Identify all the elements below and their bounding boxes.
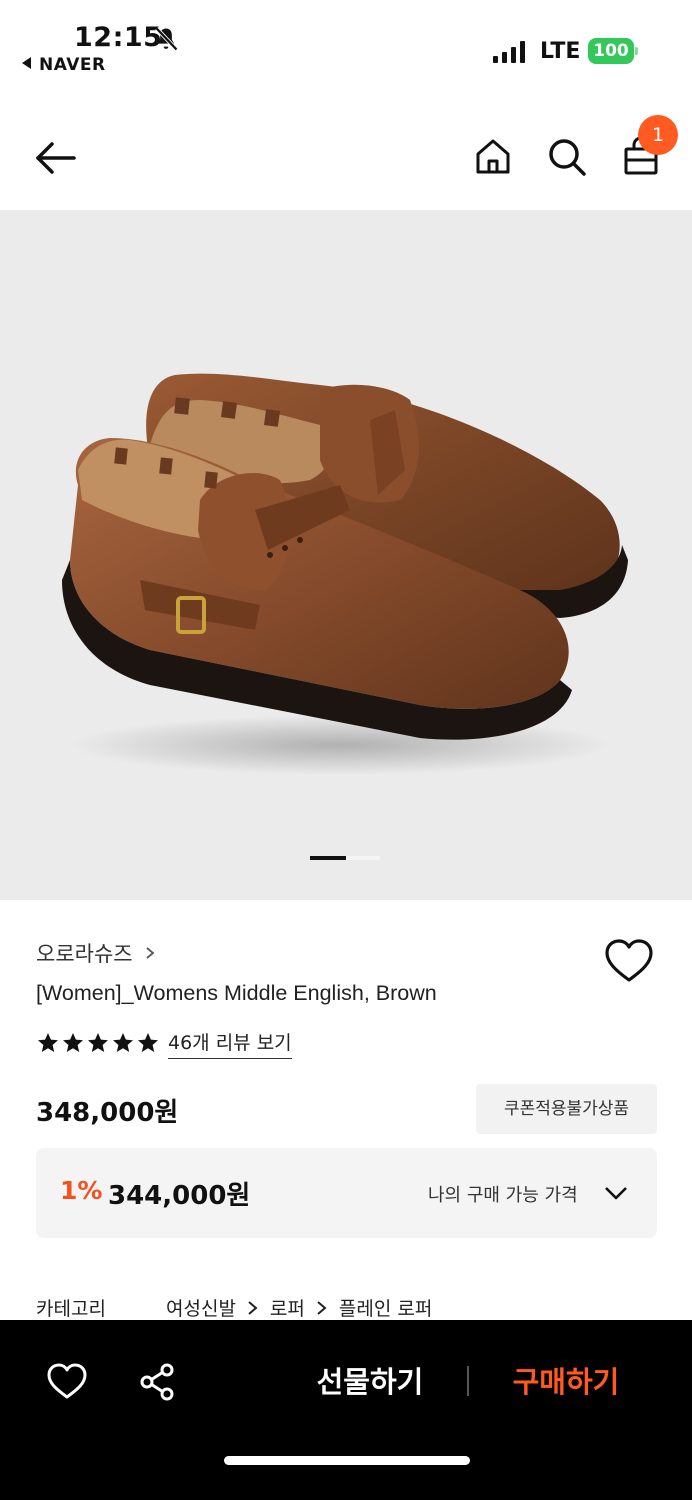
product-title: [Women]_Womens Middle English, Brown [36, 981, 437, 1005]
chevron-right-icon [248, 1300, 258, 1315]
star-icon [88, 1033, 108, 1052]
search-icon[interactable] [544, 134, 590, 180]
category-crumb-2[interactable]: 로퍼 [270, 1294, 305, 1321]
my-price-panel[interactable]: 1% 344,000원 나의 구매 가능 가격 [36, 1148, 657, 1238]
signal-icon [493, 41, 525, 63]
star-icon [38, 1033, 58, 1052]
buy-button[interactable]: 구매하기 [496, 1360, 636, 1404]
battery-icon: 100 [588, 38, 638, 64]
category-row: 카테고리 여성신발 로퍼 플레인 로퍼 [36, 1294, 432, 1321]
back-triangle-icon [22, 57, 31, 69]
product-price: 348,000원 [36, 1098, 179, 1128]
home-icon[interactable] [470, 134, 516, 180]
chevron-right-icon [146, 947, 155, 959]
star-rating [36, 1031, 160, 1055]
status-time: 12:15 [74, 22, 163, 53]
product-image [62, 373, 628, 775]
star-icon [113, 1033, 133, 1052]
wishlist-heart-icon[interactable] [46, 1362, 88, 1402]
network-type: LTE [540, 39, 581, 64]
my-price-label: 나의 구매 가능 가격 [428, 1185, 578, 1206]
rating-row: 46개 리뷰 보기 [36, 1028, 292, 1059]
star-icon [138, 1033, 158, 1052]
pager-track [346, 856, 380, 860]
chevron-down-icon[interactable] [602, 1181, 630, 1205]
wishlist-heart-icon[interactable] [603, 936, 655, 988]
nav-header [0, 100, 692, 210]
status-bar: 12:15 NAVER LTE 100 [0, 0, 692, 90]
back-app-label: NAVER [39, 55, 106, 75]
discount-percent: 1% [60, 1176, 103, 1205]
category-crumb-1[interactable]: 여성신발 [166, 1294, 236, 1321]
brand-name: 오로라슈즈 [36, 942, 133, 966]
back-to-app-link[interactable]: NAVER [22, 55, 106, 75]
back-arrow-icon[interactable] [32, 134, 80, 182]
star-icon [63, 1033, 83, 1052]
divider [467, 1366, 469, 1396]
gift-button[interactable]: 선물하기 [300, 1360, 440, 1404]
bell-off-icon [155, 27, 178, 51]
share-icon[interactable] [138, 1362, 178, 1402]
brand-link[interactable]: 오로라슈즈 [36, 938, 157, 968]
review-link[interactable]: 46개 리뷰 보기 [168, 1028, 292, 1059]
pager-active-indicator [310, 856, 346, 860]
category-breadcrumb: 여성신발 로퍼 플레인 로퍼 [166, 1294, 432, 1321]
category-label: 카테고리 [36, 1298, 106, 1320]
home-indicator[interactable] [224, 1456, 470, 1465]
coupon-unavailable-badge: 쿠폰적용불가상품 [476, 1084, 657, 1134]
chevron-right-icon [317, 1300, 327, 1315]
category-crumb-3[interactable]: 플레인 로퍼 [339, 1294, 432, 1321]
battery-level: 100 [588, 38, 634, 64]
discounted-price: 344,000원 [108, 1181, 251, 1211]
cart-count-badge: 1 [638, 115, 678, 155]
bottom-action-bar: 선물하기 구매하기 [0, 1320, 692, 1500]
product-image-gallery[interactable] [0, 210, 692, 900]
